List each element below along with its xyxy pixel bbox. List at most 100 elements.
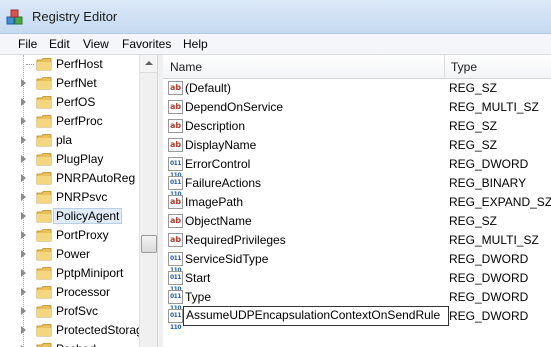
expand-arrow-icon[interactable] <box>21 79 26 87</box>
tree-item[interactable]: Processor <box>0 283 140 302</box>
menu-help[interactable]: Help <box>183 37 208 51</box>
tree-scrollbar[interactable] <box>139 55 157 347</box>
value-row[interactable]: ab DisplayName REG_SZ <box>163 136 551 155</box>
tree-item-label: PerfHost <box>56 57 103 71</box>
tree-item[interactable]: Psched <box>0 340 140 347</box>
expand-arrow-icon[interactable] <box>21 212 26 220</box>
folder-icon <box>36 115 52 128</box>
value-name: ErrorControl <box>185 157 251 171</box>
tree-item[interactable]: Power <box>0 245 140 264</box>
tree-item[interactable]: PptpMiniport <box>0 264 140 283</box>
expand-arrow-icon[interactable] <box>21 117 26 125</box>
folder-icon <box>36 324 52 337</box>
rename-field[interactable] <box>183 306 449 326</box>
folder-icon <box>36 305 52 318</box>
menu-favorites[interactable]: Favorites <box>122 37 171 51</box>
value-name: DisplayName <box>185 138 257 152</box>
tree-item[interactable]: PerfProc <box>0 112 140 131</box>
tree-item[interactable]: pla <box>0 131 140 150</box>
expand-arrow-icon[interactable] <box>21 250 26 258</box>
expand-arrow-icon[interactable] <box>21 326 26 334</box>
value-type: REG_DWORD <box>449 271 529 285</box>
tree-item[interactable]: PNRPAutoReg <box>0 169 140 188</box>
value-row[interactable]: 011 110Type REG_DWORD <box>163 288 551 312</box>
folder-icon <box>36 172 52 185</box>
menu-view[interactable]: View <box>83 37 109 51</box>
value-type: REG_SZ <box>449 214 498 228</box>
binary-value-icon: 011 110 <box>168 271 183 293</box>
value-name: Description <box>185 119 246 133</box>
value-row-editing[interactable]: 011 110 REG_DWORD <box>163 306 551 331</box>
string-value-icon: ab <box>168 119 183 133</box>
string-value-icon: ab <box>168 233 183 247</box>
tree-item-label: Psched <box>56 342 96 347</box>
folder-icon <box>36 191 52 204</box>
value-row[interactable]: ab ImagePath REG_EXPAND_SZ <box>163 193 551 212</box>
value-row[interactable]: 011 110ErrorControl REG_DWORD <box>163 155 551 179</box>
tree-item[interactable]: PerfNet <box>0 74 140 93</box>
tree-item[interactable]: PerfOS <box>0 93 140 112</box>
value-name: FailureActions <box>185 176 262 190</box>
value-row[interactable]: ab DependOnService REG_MULTI_SZ <box>163 98 551 117</box>
value-type: REG_MULTI_SZ <box>449 233 539 247</box>
value-row[interactable]: 011 110FailureActions REG_BINARY <box>163 174 551 198</box>
expand-arrow-icon[interactable] <box>21 193 26 201</box>
expand-arrow-icon[interactable] <box>21 307 26 315</box>
registry-tree[interactable]: PerfHost PerfNet PerfOS PerfProc pla PlugPlay… <box>0 55 158 347</box>
list-header: Name Type <box>163 55 551 79</box>
menu-edit[interactable]: Edit <box>49 37 70 51</box>
values-list[interactable]: Name Type ab (Default) REG_SZ ab DependOnSer… <box>163 55 551 347</box>
tree-item-label: PortProxy <box>56 228 109 242</box>
tree-item[interactable]: PlugPlay <box>0 150 140 169</box>
tree-item[interactable]: PolicyAgent <box>0 207 140 226</box>
value-name: RequiredPrivileges <box>185 233 286 247</box>
title-bar: Registry Editor <box>0 0 551 34</box>
rename-input[interactable] <box>184 307 446 323</box>
scroll-up-button[interactable] <box>140 55 157 73</box>
expand-arrow-icon[interactable] <box>21 136 26 144</box>
expand-arrow-icon[interactable] <box>21 231 26 239</box>
expand-arrow-icon[interactable] <box>21 269 26 277</box>
value-type: REG_DWORD <box>449 157 529 171</box>
folder-icon <box>36 96 52 109</box>
value-row[interactable]: ab Description REG_SZ <box>163 117 551 136</box>
tree-item[interactable]: PortProxy <box>0 226 140 245</box>
value-type: REG_SZ <box>449 81 498 95</box>
tree-item[interactable]: ProfSvc <box>0 302 140 321</box>
value-row[interactable]: ab RequiredPrivileges REG_MULTI_SZ <box>163 231 551 250</box>
value-row[interactable]: 011 110Start REG_DWORD <box>163 269 551 293</box>
binary-value-icon: 011 110 <box>168 157 183 179</box>
folder-icon <box>36 286 52 299</box>
value-type: REG_BINARY <box>449 176 527 190</box>
value-type: REG_MULTI_SZ <box>449 100 539 114</box>
expand-arrow-icon[interactable] <box>21 288 26 296</box>
value-name: Start <box>185 271 211 285</box>
expand-arrow-icon[interactable] <box>21 174 26 182</box>
folder-icon <box>36 229 52 242</box>
scroll-thumb[interactable] <box>141 235 157 253</box>
expand-arrow-icon[interactable] <box>21 155 26 163</box>
value-row[interactable]: 011 110ServiceSidType REG_DWORD <box>163 250 551 274</box>
tree-item-label: Power <box>56 247 91 261</box>
column-divider[interactable] <box>444 55 445 78</box>
column-header-type[interactable]: Type <box>451 60 477 74</box>
folder-icon <box>36 210 52 223</box>
tree-item[interactable]: PerfHost <box>0 55 140 74</box>
string-value-icon: ab <box>168 214 183 228</box>
folder-icon <box>36 153 52 166</box>
string-value-icon: ab <box>168 81 183 95</box>
tree-item[interactable]: ProtectedStorage <box>0 321 149 340</box>
value-name: ServiceSidType <box>185 252 269 266</box>
binary-value-icon: 011 110 <box>168 309 183 331</box>
tree-item-label: PlugPlay <box>56 152 104 166</box>
tree-item[interactable]: PNRPsvc <box>0 188 140 207</box>
value-row[interactable]: ab ObjectName REG_SZ <box>163 212 551 231</box>
value-type: REG_DWORD <box>449 290 529 304</box>
menu-file[interactable]: File <box>18 37 37 51</box>
expand-arrow-icon[interactable] <box>21 98 26 106</box>
tree-item-label: PolicyAgent <box>52 208 123 224</box>
tree-item-label: ProtectedStorage <box>56 323 150 337</box>
value-row[interactable]: ab (Default) REG_SZ <box>163 79 551 98</box>
folder-icon <box>36 58 52 71</box>
column-header-name[interactable]: Name <box>170 60 202 74</box>
